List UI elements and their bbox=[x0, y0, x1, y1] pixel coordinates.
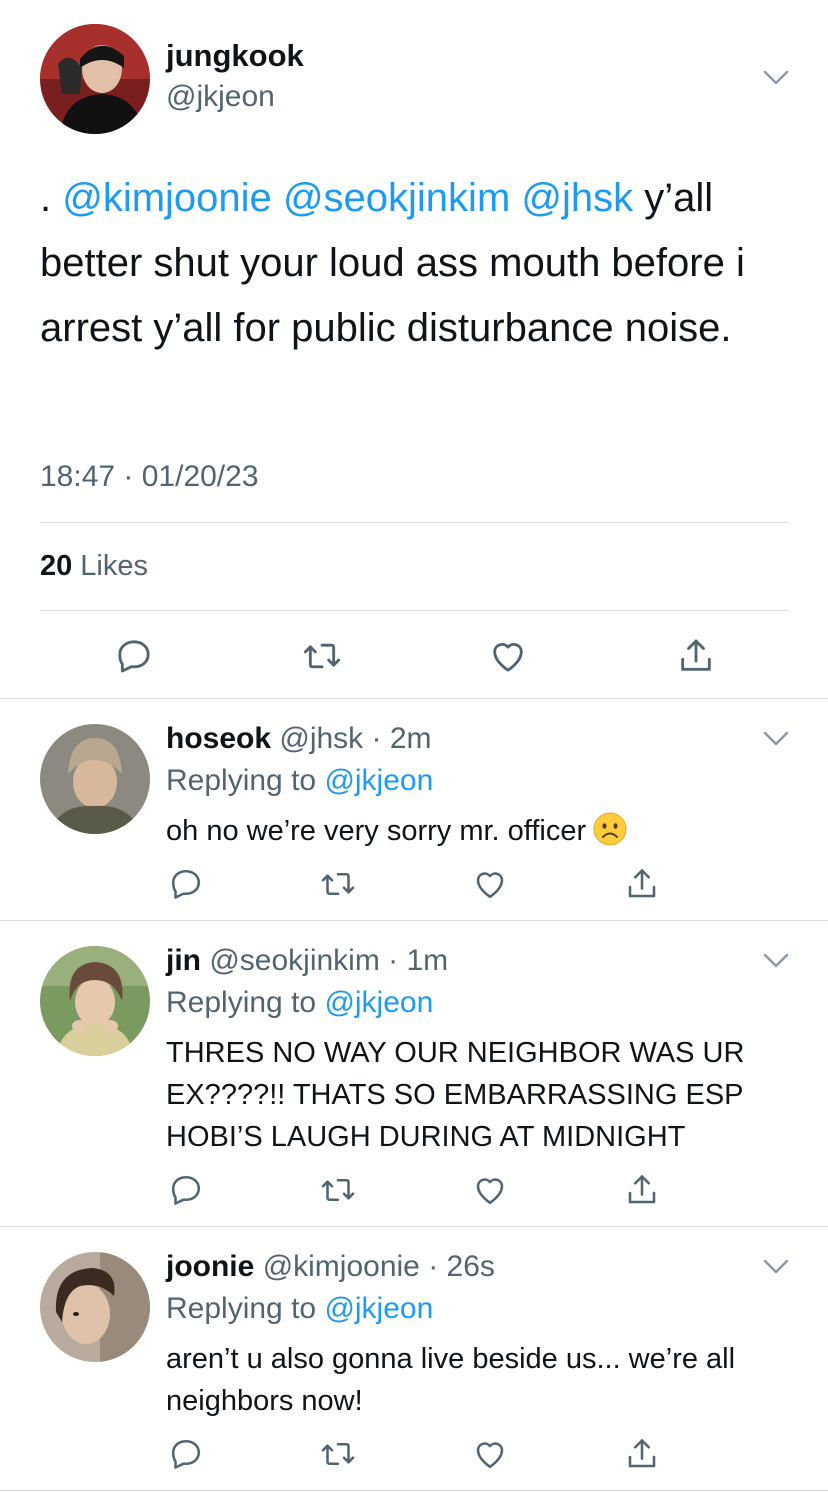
avatar[interactable] bbox=[40, 724, 150, 834]
tweet-text: . @kimjoonie @seokjinkim @jhsk y’all bet… bbox=[40, 166, 800, 361]
divider bbox=[0, 920, 828, 921]
mention-link[interactable]: @seokjinkim bbox=[283, 176, 510, 220]
reply-text: oh no we’re very sorry mr. officer bbox=[166, 810, 786, 852]
reply-meta[interactable]: @jhsk · 2m bbox=[279, 722, 431, 755]
reply-author-name[interactable]: joonie bbox=[166, 1250, 254, 1283]
divider bbox=[0, 1226, 828, 1227]
retweet-icon[interactable] bbox=[320, 1172, 356, 1208]
retweet-icon[interactable] bbox=[302, 636, 342, 676]
divider bbox=[40, 522, 788, 523]
mention-link[interactable]: @kimjoonie bbox=[62, 176, 272, 220]
heart-icon[interactable] bbox=[488, 636, 528, 676]
retweet-icon[interactable] bbox=[320, 866, 356, 902]
avatar[interactable] bbox=[40, 1252, 150, 1362]
replying-handle[interactable]: @jkjeon bbox=[324, 986, 433, 1019]
reply-author-name[interactable]: jin bbox=[166, 944, 201, 977]
frowning-face-icon bbox=[592, 811, 628, 847]
reply-header: jin @seokjinkim · 1m bbox=[166, 944, 448, 978]
replying-to: Replying to @jkjeon bbox=[166, 986, 433, 1020]
author-handle[interactable]: @jkjeon bbox=[166, 80, 275, 114]
likes-label: Likes bbox=[80, 550, 148, 582]
avatar[interactable] bbox=[40, 946, 150, 1056]
reply-meta[interactable]: @kimjoonie · 26s bbox=[263, 1250, 495, 1283]
replying-handle[interactable]: @jkjeon bbox=[324, 1292, 433, 1325]
chevron-down-icon[interactable] bbox=[762, 69, 790, 87]
reply-text: aren’t u also gonna live beside us... we… bbox=[166, 1343, 736, 1417]
reply-icon[interactable] bbox=[168, 866, 204, 902]
replying-handle[interactable]: @jkjeon bbox=[324, 764, 433, 797]
heart-icon[interactable] bbox=[472, 1172, 508, 1208]
divider bbox=[0, 1490, 828, 1491]
reply-header: hoseok @jhsk · 2m bbox=[166, 722, 432, 756]
reply-text: THRES NO WAY OUR NEIGHBOR WAS UR EX????!… bbox=[166, 1037, 745, 1153]
retweet-icon[interactable] bbox=[320, 1436, 356, 1472]
author-name[interactable]: jungkook bbox=[166, 38, 304, 74]
tweet-timestamp[interactable]: 18:47 · 01/20/23 bbox=[40, 460, 259, 494]
likes-count[interactable]: 20 Likes bbox=[40, 550, 148, 583]
share-icon[interactable] bbox=[676, 636, 716, 676]
replying-to: Replying to @jkjeon bbox=[166, 764, 433, 798]
reply-meta[interactable]: @seokjinkim · 1m bbox=[209, 944, 448, 977]
reply-icon[interactable] bbox=[168, 1172, 204, 1208]
tweet-text-prefix: . bbox=[40, 176, 63, 220]
share-icon[interactable] bbox=[624, 866, 660, 902]
replying-label: Replying to bbox=[166, 1292, 317, 1325]
divider bbox=[0, 698, 828, 699]
reply-header: joonie @kimjoonie · 26s bbox=[166, 1250, 495, 1284]
reply-text-body: oh no we’re very sorry mr. officer bbox=[166, 815, 587, 847]
replying-label: Replying to bbox=[166, 986, 317, 1019]
chevron-down-icon[interactable] bbox=[762, 1258, 790, 1276]
reply-author-name[interactable]: hoseok bbox=[166, 722, 271, 755]
reply-icon[interactable] bbox=[168, 1436, 204, 1472]
divider bbox=[40, 610, 788, 611]
heart-icon[interactable] bbox=[472, 1436, 508, 1472]
reply-icon[interactable] bbox=[114, 636, 154, 676]
replying-label: Replying to bbox=[166, 764, 317, 797]
replying-to: Replying to @jkjeon bbox=[166, 1292, 433, 1326]
mention-link[interactable]: @jhsk bbox=[521, 176, 633, 220]
avatar[interactable] bbox=[40, 24, 150, 134]
chevron-down-icon[interactable] bbox=[762, 730, 790, 748]
chevron-down-icon[interactable] bbox=[762, 952, 790, 970]
likes-number: 20 bbox=[40, 550, 73, 582]
heart-icon[interactable] bbox=[472, 866, 508, 902]
share-icon[interactable] bbox=[624, 1172, 660, 1208]
share-icon[interactable] bbox=[624, 1436, 660, 1472]
